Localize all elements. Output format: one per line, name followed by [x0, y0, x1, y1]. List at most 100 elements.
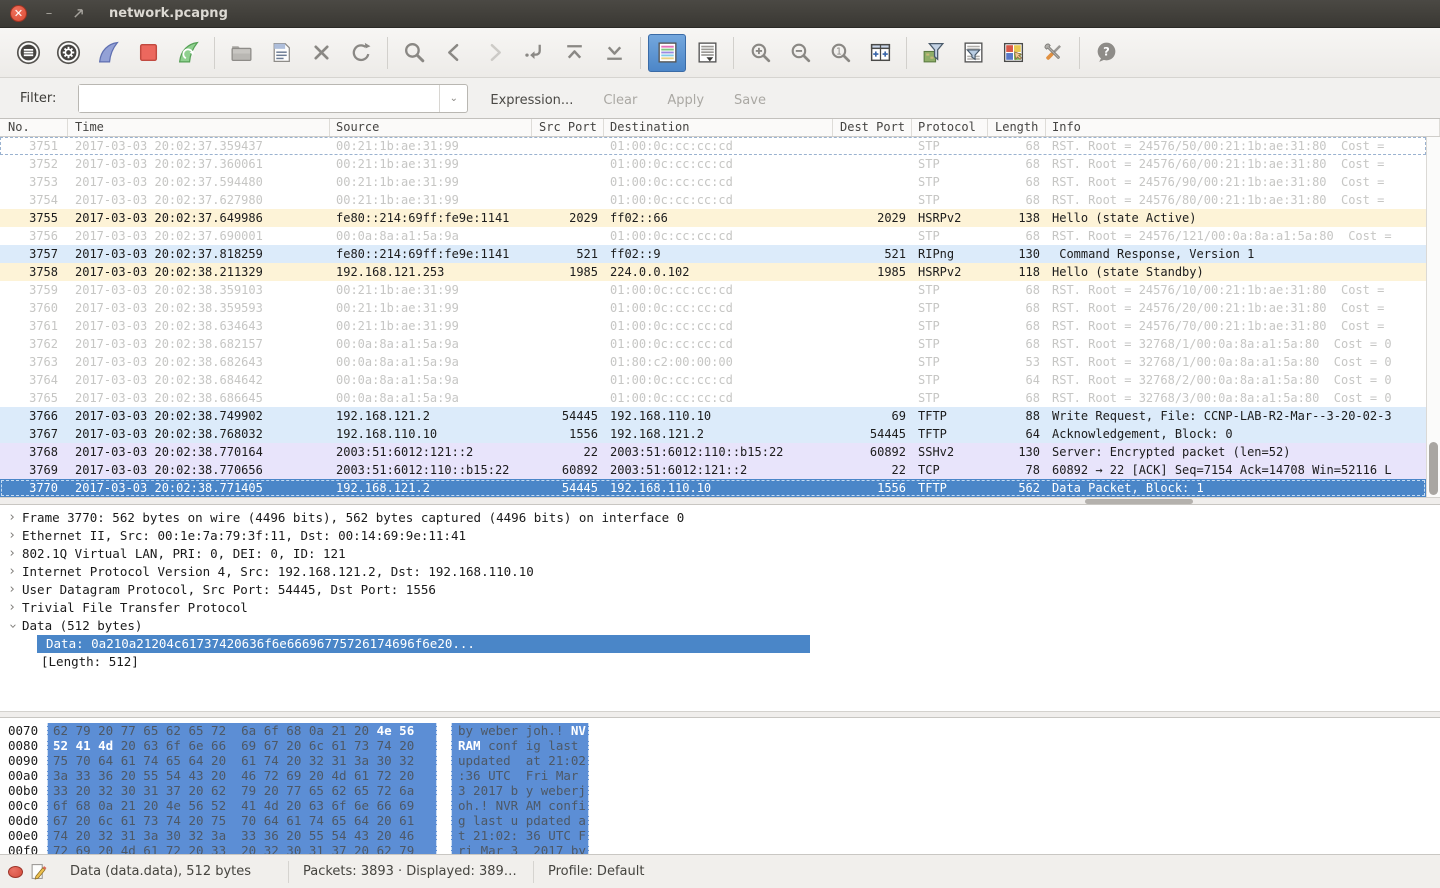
expander-closed-icon[interactable]: ›	[6, 545, 18, 563]
detail-line[interactable]: ›802.1Q Virtual LAN, PRI: 0, DEI: 0, ID:…	[0, 545, 1440, 563]
detail-line[interactable]: ›Internet Protocol Version 4, Src: 192.1…	[0, 563, 1440, 581]
hex-row[interactable]: 00b033 20 32 30 31 37 20 62 79 20 77 65 …	[0, 783, 1440, 798]
zoom-100-icon[interactable]: 1	[821, 34, 859, 72]
packet-row[interactable]: 37652017-03-03 20:02:38.68664500:0a:8a:a…	[0, 389, 1426, 407]
hex-row[interactable]: 00a03a 33 36 20 55 54 43 20 46 72 69 20 …	[0, 768, 1440, 783]
column-header-sport[interactable]: Src Port	[532, 119, 604, 136]
detail-line[interactable]: [Length: 512]	[0, 653, 1440, 671]
packet-row[interactable]: 37692017-03-03 20:02:38.7706562003:51:60…	[0, 461, 1426, 479]
resize-columns-icon[interactable]	[861, 34, 899, 72]
column-header-info[interactable]: Info	[1046, 119, 1440, 136]
detail-line[interactable]: Data: 0a210a21204c61737420636f6e66696775…	[0, 635, 1440, 653]
packet-cell-dport	[833, 173, 912, 191]
capture-filter-icon[interactable]	[914, 34, 952, 72]
autoscroll-icon[interactable]	[688, 34, 726, 72]
filter-dropdown-button[interactable]: ⌄	[439, 85, 467, 112]
filter-expression-button[interactable]: Expression...	[490, 93, 573, 108]
packet-row[interactable]: 37562017-03-03 20:02:37.69000100:0a:8a:a…	[0, 227, 1426, 245]
packet-row[interactable]: 37672017-03-03 20:02:38.768032192.168.11…	[0, 425, 1426, 443]
expander-closed-icon[interactable]: ›	[6, 527, 18, 545]
goto-bottom-icon[interactable]	[595, 34, 633, 72]
expert-info-icon[interactable]	[8, 866, 23, 878]
packet-row[interactable]: 37622017-03-03 20:02:38.68215700:0a:8a:a…	[0, 335, 1426, 353]
column-header-len[interactable]: Length	[988, 119, 1046, 136]
status-profile[interactable]: Profile: Default	[534, 864, 658, 879]
zoom-out-icon[interactable]	[781, 34, 819, 72]
reload-icon[interactable]	[342, 34, 380, 72]
column-header-dst[interactable]: Destination	[604, 119, 833, 136]
hex-row[interactable]: 00d067 20 6c 61 73 74 20 75 70 64 61 74 …	[0, 813, 1440, 828]
pane-splitter-top[interactable]	[0, 497, 1440, 505]
packet-row[interactable]: 37642017-03-03 20:02:38.68464200:0a:8a:a…	[0, 371, 1426, 389]
colorize-icon[interactable]	[648, 34, 686, 72]
save-file-icon[interactable]	[262, 34, 300, 72]
packet-row[interactable]: 37602017-03-03 20:02:38.35959300:21:1b:a…	[0, 299, 1426, 317]
column-header-proto[interactable]: Protocol	[912, 119, 988, 136]
packet-row[interactable]: 37542017-03-03 20:02:37.62798000:21:1b:a…	[0, 191, 1426, 209]
hex-row[interactable]: 00f072 69 20 4d 61 72 20 33 20 32 30 31 …	[0, 843, 1440, 854]
column-header-no[interactable]: No.	[0, 119, 68, 136]
pane-splitter-bottom[interactable]	[0, 711, 1440, 718]
column-header-dport[interactable]: Dest Port	[833, 119, 912, 136]
expander-open-icon[interactable]: ›	[3, 620, 21, 632]
packet-row[interactable]: 37682017-03-03 20:02:38.7701642003:51:60…	[0, 443, 1426, 461]
filter-input[interactable]	[79, 85, 439, 112]
packet-row[interactable]: 37532017-03-03 20:02:37.59448000:21:1b:a…	[0, 173, 1426, 191]
vertical-scrollbar[interactable]	[1426, 137, 1440, 497]
packet-cell-info: RST. Root = 32768/1/00:0a:8a:a1:5a:80 Co…	[1046, 353, 1426, 371]
filter-save-button[interactable]: Save	[734, 93, 766, 108]
coloring-rules-icon[interactable]	[994, 34, 1032, 72]
packet-row[interactable]: 37702017-03-03 20:02:38.771405192.168.12…	[0, 479, 1426, 497]
find-icon[interactable]	[395, 34, 433, 72]
capture-comment-icon[interactable]	[30, 863, 47, 880]
hex-row[interactable]: 00e074 20 32 31 3a 30 32 3a 33 36 20 55 …	[0, 828, 1440, 843]
back-icon[interactable]	[435, 34, 473, 72]
hex-row[interactable]: 00c06f 68 0a 21 20 4e 56 52 41 4d 20 63 …	[0, 798, 1440, 813]
detail-line[interactable]: ›User Datagram Protocol, Src Port: 54445…	[0, 581, 1440, 599]
forward-icon[interactable]	[475, 34, 513, 72]
column-header-src[interactable]: Source	[330, 119, 532, 136]
expander-closed-icon[interactable]: ›	[6, 563, 18, 581]
packet-row[interactable]: 37522017-03-03 20:02:37.36006100:21:1b:a…	[0, 155, 1426, 173]
open-file-icon[interactable]	[222, 34, 260, 72]
minimize-window-button[interactable]: –	[40, 5, 58, 23]
expander-closed-icon[interactable]: ›	[6, 509, 18, 527]
capture-options-icon[interactable]	[49, 34, 87, 72]
hex-row[interactable]: 007062 79 20 77 65 62 65 72 6a 6f 68 0a …	[0, 723, 1440, 738]
filter-clear-button[interactable]: Clear	[603, 93, 637, 108]
help-icon[interactable]: ?	[1087, 34, 1125, 72]
packet-row[interactable]: 37632017-03-03 20:02:38.68264300:0a:8a:a…	[0, 353, 1426, 371]
interfaces-list-icon[interactable]	[9, 34, 47, 72]
packet-row[interactable]: 37552017-03-03 20:02:37.649986fe80::214:…	[0, 209, 1426, 227]
column-header-time[interactable]: Time	[68, 119, 330, 136]
zoom-in-icon[interactable]	[741, 34, 779, 72]
maximize-window-button[interactable]	[69, 5, 87, 23]
goto-packet-icon[interactable]	[515, 34, 553, 72]
expander-closed-icon[interactable]: ›	[6, 581, 18, 599]
capture-restart-icon[interactable]	[169, 34, 207, 72]
detail-line[interactable]: ›Frame 3770: 562 bytes on wire (4496 bit…	[0, 509, 1440, 527]
scrollbar-thumb[interactable]	[1429, 442, 1438, 495]
packet-row[interactable]: 37582017-03-03 20:02:38.211329192.168.12…	[0, 263, 1426, 281]
detail-line[interactable]: ›Trivial File Transfer Protocol	[0, 599, 1440, 617]
detail-line[interactable]: ›Ethernet II, Src: 00:1e:7a:79:3f:11, Ds…	[0, 527, 1440, 545]
preferences-icon[interactable]	[1034, 34, 1072, 72]
detail-line[interactable]: ›Data (512 bytes)	[0, 617, 1440, 635]
close-window-button[interactable]: ✕	[10, 5, 27, 22]
packet-row[interactable]: 37592017-03-03 20:02:38.35910300:21:1b:a…	[0, 281, 1426, 299]
expander-closed-icon[interactable]: ›	[6, 599, 18, 617]
close-file-icon[interactable]	[302, 34, 340, 72]
packet-row[interactable]: 37612017-03-03 20:02:38.63464300:21:1b:a…	[0, 317, 1426, 335]
hex-row[interactable]: 008052 41 4d 20 63 6f 6e 66 69 67 20 6c …	[0, 738, 1440, 753]
capture-stop-icon[interactable]	[129, 34, 167, 72]
packet-row[interactable]: 37662017-03-03 20:02:38.749902192.168.12…	[0, 407, 1426, 425]
packet-row[interactable]: 37512017-03-03 20:02:37.35943700:21:1b:a…	[0, 137, 1426, 155]
display-filter-icon[interactable]	[954, 34, 992, 72]
packet-cell-time: 2017-03-03 20:02:37.818259	[68, 245, 330, 263]
packet-row[interactable]: 37572017-03-03 20:02:37.818259fe80::214:…	[0, 245, 1426, 263]
goto-top-icon[interactable]	[555, 34, 593, 72]
horizontal-scrollbar-thumb[interactable]	[1085, 499, 1193, 504]
hex-row[interactable]: 009075 70 64 61 74 65 64 20 61 74 20 32 …	[0, 753, 1440, 768]
capture-start-icon[interactable]	[89, 34, 127, 72]
filter-apply-button[interactable]: Apply	[667, 93, 704, 108]
